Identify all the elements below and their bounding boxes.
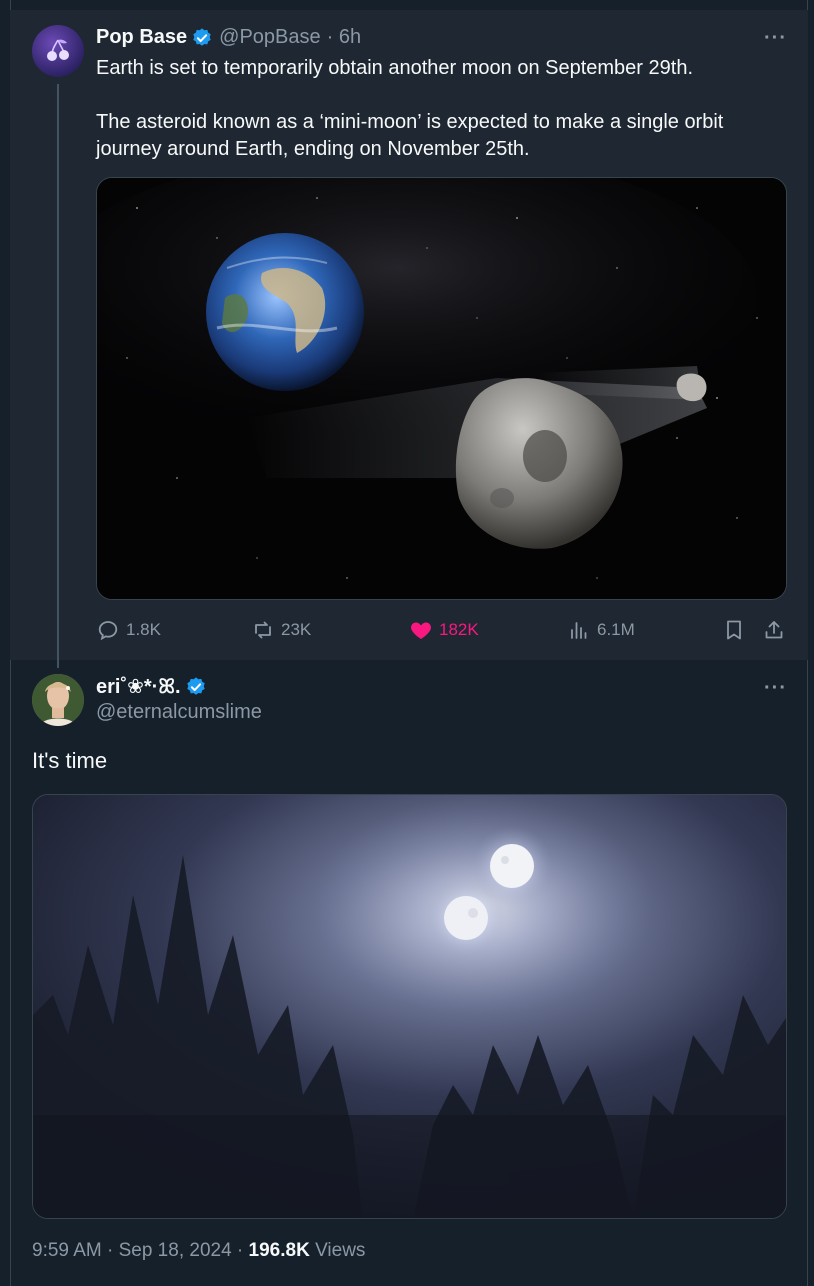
two-moons-night-sky-image[interactable] [32,794,787,1219]
author-display-name[interactable]: Pop Base [96,26,187,49]
tweet-paragraph: The asteroid known as a ‘mini-moon’ is e… [96,111,724,160]
cherry-logo-icon [47,39,69,61]
tweet-actions: 1.8K 23K 182K 6.1M [96,614,786,646]
author-display-name[interactable]: eri˚❀*·ꕤ. [96,674,181,699]
author-handle[interactable]: @eternalcumslime [96,701,262,724]
view-count: 6.1M [597,620,635,639]
post-time[interactable]: · 6h [327,26,361,49]
more-options-icon[interactable]: ··· [764,28,787,48]
earth-asteroid-image[interactable] [96,177,787,600]
post-meta: 9:59 AM · Sep 18, 2024 · 196.8K Views [32,1240,365,1262]
repost-button[interactable]: 23K [251,614,311,646]
space-illustration [97,178,786,599]
thread-connector-line [57,84,59,668]
tweet-paragraph: Earth is set to temporarily obtain anoth… [96,57,694,79]
reply-author-row: eri˚❀*·ꕤ. [96,674,213,699]
parent-author-row: Pop Base @PopBase · 6h [96,26,361,49]
bookmark-button[interactable] [722,614,752,646]
like-button[interactable]: 182K [409,614,479,646]
heart-filled-icon [411,622,431,639]
verified-badge-icon [193,27,211,46]
reply-count: 1.8K [126,620,161,639]
reply-text: It's time [32,748,108,773]
repost-icon [255,621,271,639]
views-label: Views [315,1240,366,1261]
share-icon [765,621,783,639]
like-count: 182K [439,620,479,639]
post-timestamp[interactable]: 9:59 AM · Sep 18, 2024 · [32,1240,243,1261]
night-sky-illustration [33,795,786,1218]
views-count: 196.8K [248,1240,310,1261]
avatar[interactable] [32,25,84,77]
reply-icon [98,621,118,641]
reply-handle-row: @eternalcumslime [96,701,262,724]
tweet-text: Earth is set to temporarily obtain anoth… [96,55,776,190]
bookmark-icon [727,620,741,640]
repost-count: 23K [281,620,312,639]
views-button[interactable]: 6.1M [567,614,635,646]
profile-photo [32,674,84,726]
analytics-icon [571,622,587,639]
more-options-icon[interactable]: ··· [764,678,787,698]
share-button[interactable] [762,614,792,646]
author-handle[interactable]: @PopBase [219,26,320,49]
reply-button[interactable]: 1.8K [96,614,161,646]
verified-badge-icon [186,676,205,695]
avatar[interactable] [32,674,84,726]
